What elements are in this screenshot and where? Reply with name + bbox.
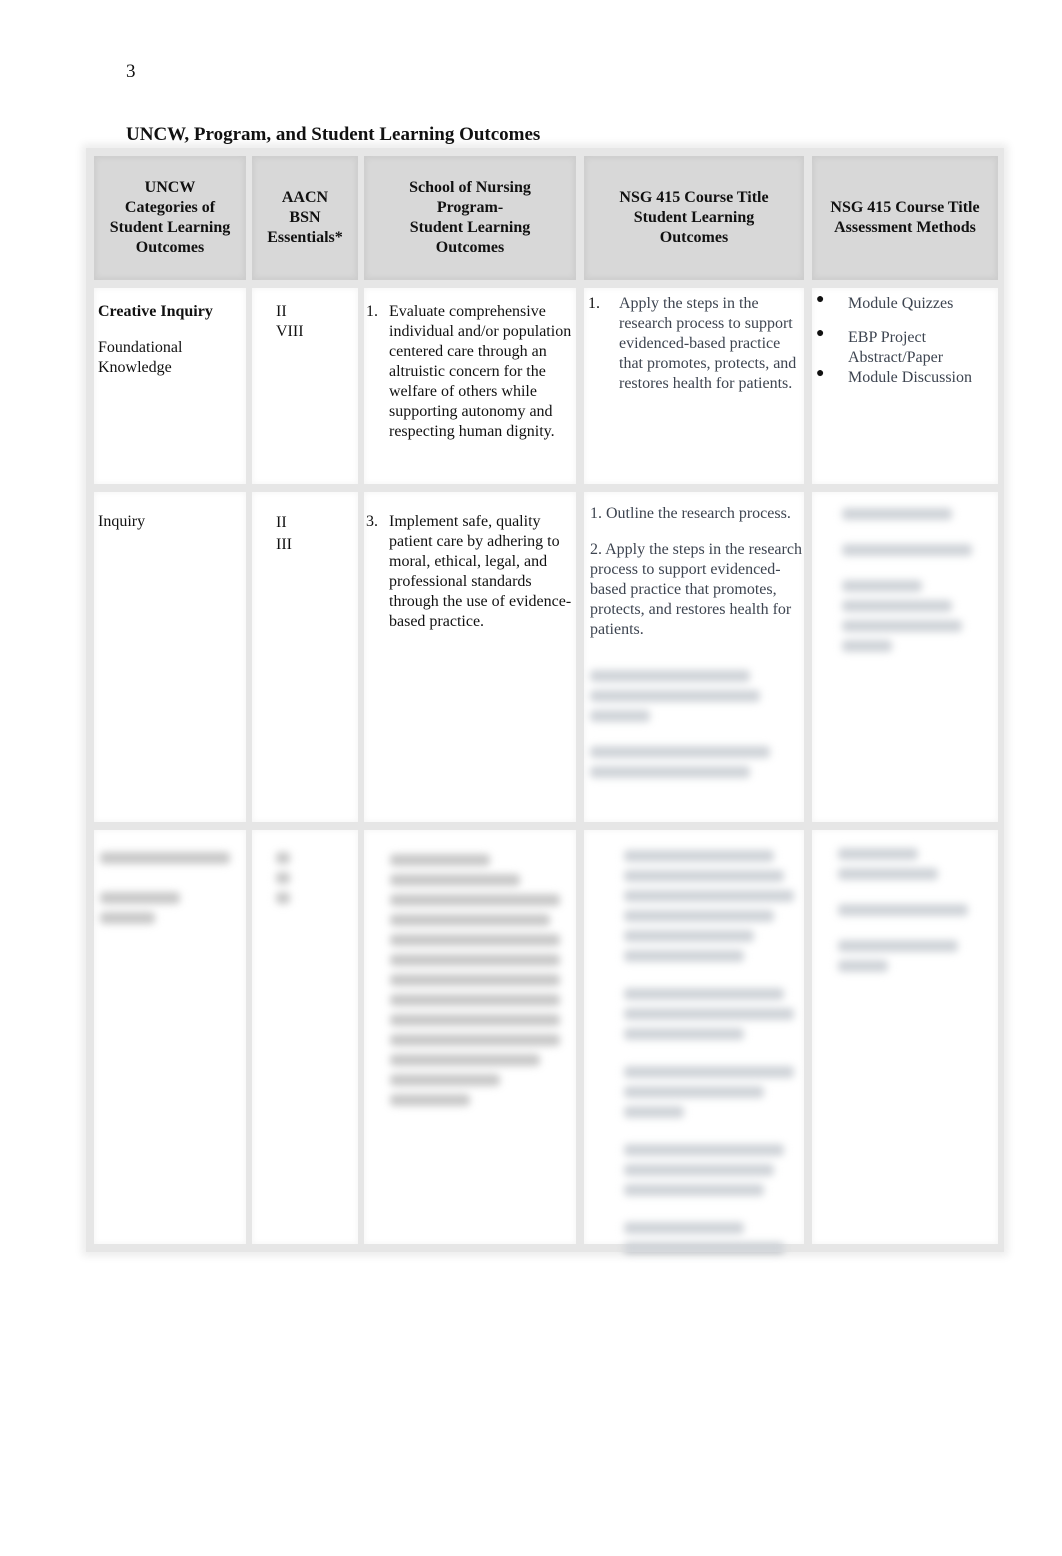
outcomes-table: UNCW Categories of Student Learning Outc… [86,148,1004,1254]
header-assessment-methods: NSG 415 Course Title Assessment Methods [812,156,998,280]
bullet-icon: ● [816,326,825,341]
course-outcome-text: Apply the steps in the research process … [619,295,797,392]
row3-category-obscured [94,830,246,1244]
outcome-number: 3. [366,513,378,530]
page-number: 3 [126,61,136,82]
obscured-content [590,670,802,778]
header-uncw-categories: UNCW Categories of Student Learning Outc… [94,156,246,280]
course-outcome-text: 1. Outline the research process. [590,505,791,522]
course-outcome-number: 1. [588,295,600,312]
category-primary: Inquiry [98,513,146,530]
row2-category: Inquiry [94,492,246,822]
row2-essentials: II III [252,492,358,822]
row3-assessments-obscured [812,830,998,1244]
bullet-icon: ● [816,366,825,381]
document-title: UNCW, Program, and Student Learning Outc… [126,124,541,145]
assessment-item: ● EBP Project Abstract/Paper [816,326,944,366]
category-primary: Creative Inquiry [98,303,213,320]
outcome-text: Implement safe, quality patient care by … [389,513,572,630]
row1-category: Creative Inquiry Foundational Knowledge [94,288,246,484]
bullet-icon: ● [816,292,825,307]
course-outcome-text: 2. Apply the steps in the research proce… [590,541,802,638]
category-secondary: Foundational Knowledge [98,339,183,376]
row2-course-outcomes: 1. Outline the research process. 2. Appl… [584,492,804,822]
row3-essentials-obscured [252,830,358,1244]
row2-assessments-obscured [812,492,998,822]
header-program-outcomes: School of Nursing Program- Student Learn… [364,156,576,280]
row1-course-outcomes: 1. Apply the steps in the research proce… [584,288,804,484]
assessment-item: ● Module Discussion [816,366,972,386]
row1-program-outcome: 1. Evaluate comprehensive individual and… [364,288,576,484]
row1-assessments: ● Module Quizzes ● EBP Project Abstract/Pa… [812,288,998,484]
header-aacn-essentials: AACN BSN Essentials* [252,156,358,280]
assessment-item: ● Module Quizzes [816,292,954,312]
row3-program-outcome-obscured [364,830,576,1244]
outcome-text: Evaluate comprehensive individual and/or… [389,303,572,440]
row1-essentials: II VIII [252,288,358,484]
outcome-number: 1. [366,303,378,320]
header-course-outcomes: NSG 415 Course Title Student Learning Ou… [584,156,804,280]
row3-course-outcomes-obscured [584,830,804,1254]
row2-program-outcome: 3. Implement safe, quality patient care … [364,492,576,822]
